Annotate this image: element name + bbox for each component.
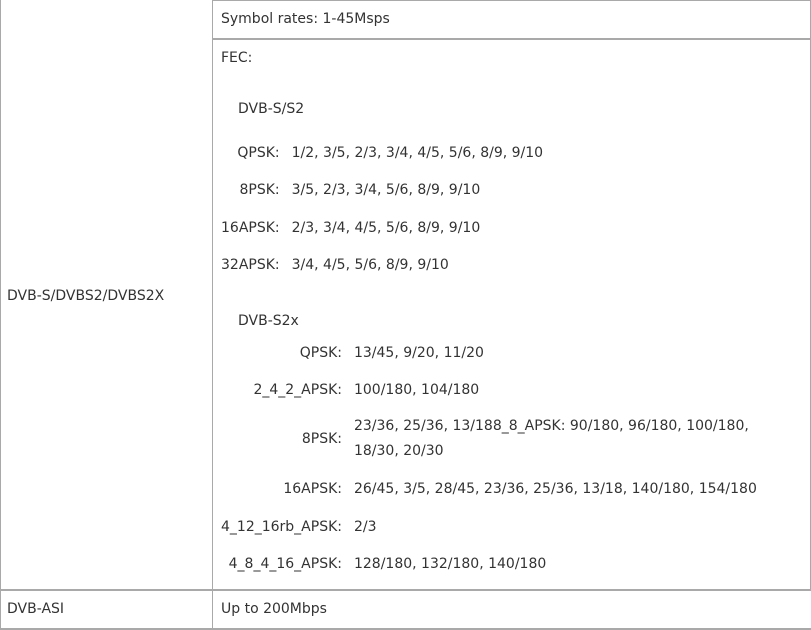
fec-rates: 23/36, 25/36, 13/188_8_APSK: 90/180, 96/… bbox=[353, 418, 749, 459]
table-row: 16APSK: 26/45, 3/5, 28/45, 23/36, 25/36,… bbox=[221, 470, 786, 508]
fec-rates: 1/2, 3/5, 2/3, 3/4, 4/5, 5/6, 8/9, 9/10 bbox=[291, 144, 544, 161]
modulation-label: 4_12_16rb_APSK: bbox=[221, 518, 342, 535]
symbol-rates: Symbol rates: 1-45Msps bbox=[221, 11, 390, 27]
fec-rates: 13/45, 9/20, 11/20 bbox=[353, 344, 484, 361]
dvbs2x-fec-table: QPSK: 13/45, 9/20, 11/20 2_4_2_APSK: 100… bbox=[221, 334, 786, 582]
column-divider bbox=[212, 0, 213, 630]
dvb-asi-value: Up to 200Mbps bbox=[221, 601, 327, 617]
modulation-label: 32APSK: bbox=[221, 256, 280, 273]
fec-rates: 128/180, 132/180, 140/180 bbox=[353, 555, 547, 572]
modulation-label: QPSK: bbox=[299, 344, 342, 361]
fec-rates: 2/3, 3/4, 4/5, 5/6, 8/9, 9/10 bbox=[291, 219, 481, 236]
fec-title: FEC: bbox=[221, 50, 253, 66]
fec-rates: 2/3 bbox=[353, 518, 377, 535]
modulation-label: 8PSK: bbox=[301, 431, 342, 447]
fec-rates: 3/5, 2/3, 3/4, 5/6, 8/9, 9/10 bbox=[291, 182, 481, 198]
table-row: QPSK: 13/45, 9/20, 11/20 bbox=[221, 334, 786, 371]
table-row: 8PSK: 3/5, 2/3, 3/4, 5/6, 8/9, 9/10 bbox=[221, 171, 543, 209]
table-row: 16APSK: 2/3, 3/4, 4/5, 5/6, 8/9, 9/10 bbox=[221, 209, 543, 246]
modulation-label: 8PSK: bbox=[239, 182, 280, 198]
table-row: 4_12_16rb_APSK: 2/3 bbox=[221, 508, 786, 545]
dvbs2x-heading: DVB-S2x bbox=[238, 313, 299, 329]
table-row: 2_4_2_APSK: 100/180, 104/180 bbox=[221, 371, 786, 408]
spec-table: DVB-S/DVBS2/DVBS2X DVB-ASI Symbol rates:… bbox=[0, 0, 811, 630]
row-divider-asi bbox=[0, 589, 811, 591]
dvb-asi-label: DVB-ASI bbox=[7, 601, 65, 617]
table-row: 32APSK: 3/4, 4/5, 5/6, 8/9, 9/10 bbox=[221, 246, 543, 283]
modulation-label: 16APSK: bbox=[283, 481, 342, 497]
fec-rates: 26/45, 3/5, 28/45, 23/36, 25/36, 13/18, … bbox=[353, 481, 757, 497]
row-divider-symbol bbox=[212, 38, 811, 40]
modulation-label: QPSK: bbox=[237, 144, 280, 161]
table-row: 8PSK: 23/36, 25/36, 13/188_8_APSK: 90/18… bbox=[221, 408, 786, 470]
dvbs-s2-heading: DVB-S/S2 bbox=[238, 101, 305, 117]
fec-rates: 3/4, 4/5, 5/6, 8/9, 9/10 bbox=[291, 256, 449, 273]
dvb-s-label: DVB-S/DVBS2/DVBS2X bbox=[7, 288, 165, 304]
table-border-left bbox=[0, 0, 1, 630]
dvbs-s2-fec-table: QPSK: 1/2, 3/5, 2/3, 3/4, 4/5, 5/6, 8/9,… bbox=[221, 134, 543, 283]
modulation-label: 2_4_2_APSK: bbox=[253, 381, 342, 398]
table-row: QPSK: 1/2, 3/5, 2/3, 3/4, 4/5, 5/6, 8/9,… bbox=[221, 134, 543, 171]
fec-rates: 100/180, 104/180 bbox=[353, 381, 480, 398]
modulation-label: 4_8_4_16_APSK: bbox=[228, 555, 342, 572]
table-row: 4_8_4_16_APSK: 128/180, 132/180, 140/180 bbox=[221, 545, 786, 582]
row-divider-top bbox=[212, 0, 811, 1]
modulation-label: 16APSK: bbox=[221, 219, 280, 236]
